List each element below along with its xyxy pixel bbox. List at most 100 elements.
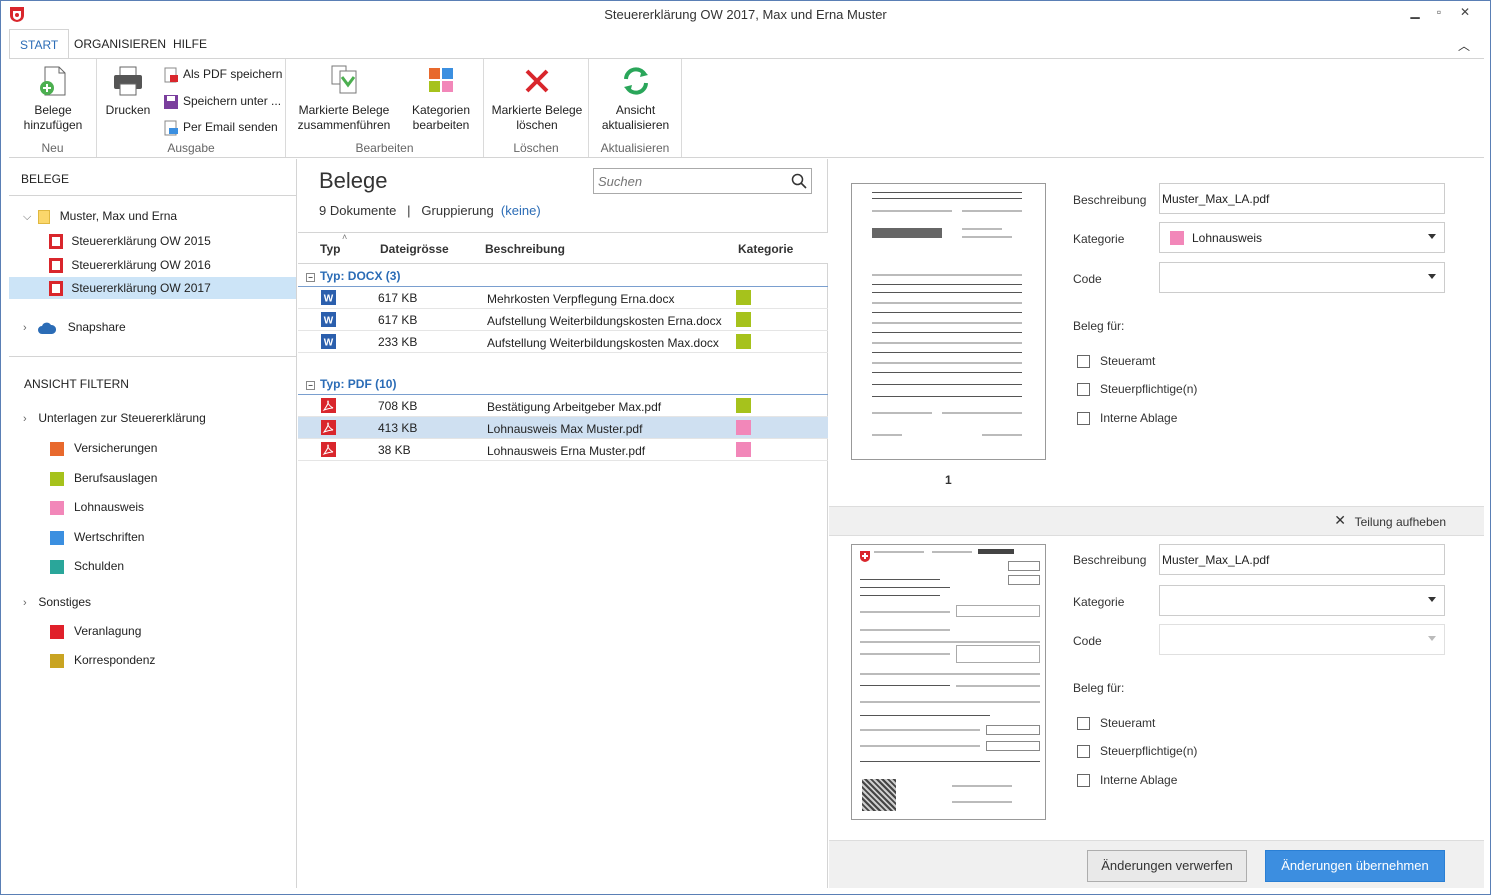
minimize-icon[interactable]: ▁ [1406,3,1424,21]
category-color-swatch [736,398,751,413]
unsplit-button[interactable]: Teilung aufheben [1355,515,1446,529]
column-typ[interactable]: Typ [320,242,340,256]
sort-asc-icon: ˄ [342,232,348,242]
chevron-down-icon[interactable] [1428,597,1436,602]
category-color-swatch [50,559,64,574]
close-icon[interactable]: ✕ [1334,512,1346,529]
search-box[interactable] [593,168,812,194]
code-label-bottom: Code [1073,634,1102,648]
delete-label: Markierte Belege löschen [491,103,583,132]
apply-button[interactable]: Änderungen übernehmen [1265,850,1445,882]
filter-group-unterlagen[interactable]: › Unterlagen zur Steuererklärung [23,407,206,429]
column-size[interactable]: Dateigrösse [380,242,449,256]
list-summary: 9 Dokumente | Gruppierung (keine) [319,203,541,218]
chevron-down-icon[interactable] [1428,636,1436,641]
filter-heading: ANSICHT FILTERN [24,377,129,391]
search-icon[interactable] [791,173,807,189]
refresh-button[interactable]: Ansicht aktualisieren [593,63,678,133]
edit-categories-button[interactable]: Kategorien bearbeiten [402,63,480,133]
chevron-down-icon[interactable] [1428,274,1436,279]
column-desc[interactable]: Beschreibung [485,242,565,256]
checkbox-steuerpflichtige-bottom[interactable]: Steuerpflichtige(n) [1077,743,1197,759]
tab-start[interactable]: START [9,29,70,59]
filter-item-versicherungen[interactable]: Versicherungen [50,437,157,459]
category-select-bottom[interactable] [1159,585,1445,616]
table-row[interactable]: W 617 KB Mehrkosten Verpflegung Erna.doc… [298,287,828,309]
delete-button[interactable]: Markierte Belege löschen [488,63,586,133]
category-select-top[interactable]: Lohnausweis [1159,222,1445,253]
tab-organisieren[interactable]: ORGANISIEREN [64,29,176,59]
collapse-icon[interactable]: − [306,273,315,282]
checkbox[interactable] [1077,355,1090,369]
add-docs-button[interactable]: Belege hinzufügen [15,63,91,133]
document-preview-top[interactable] [851,183,1046,460]
category-color-swatch [736,312,751,327]
file-size: 708 KB [378,399,418,413]
beleg-fuer-label-bottom: Beleg für: [1073,681,1125,695]
chevron-right-icon[interactable]: › [23,408,35,430]
add-document-icon [40,66,66,96]
discard-button[interactable]: Änderungen verwerfen [1087,850,1247,882]
checkbox[interactable] [1077,745,1090,759]
checkbox-steuerpflichtige-top[interactable]: Steuerpflichtige(n) [1077,381,1197,397]
send-email-label: Per Email senden [183,120,278,134]
tab-hilfe[interactable]: HILFE [163,29,217,59]
tree-item-ow2017[interactable]: Steuererklärung OW 2017 [9,277,296,299]
merge-button[interactable]: Markierte Belege zusammenführen [294,63,394,133]
checkbox[interactable] [1077,774,1090,788]
filter-item-korrespondenz[interactable]: Korrespondenz [50,649,155,671]
group-header-pdf[interactable]: − Typ: PDF (10) [298,373,828,395]
code-select-bottom[interactable] [1159,624,1445,655]
filter-item-wertschriften[interactable]: Wertschriften [50,526,144,548]
filter-item-veranlagung[interactable]: Veranlagung [50,620,141,642]
tree-item-ow2016[interactable]: Steuererklärung OW 2016 [49,254,211,276]
grouping-link[interactable]: (keine) [501,203,541,218]
table-row[interactable]: W 617 KB Aufstellung Weiterbildungskoste… [298,309,828,331]
maximize-icon[interactable]: ▫ [1430,3,1448,21]
table-row[interactable]: 38 KB Lohnausweis Erna Muster.pdf [298,439,828,461]
file-description: Aufstellung Weiterbildungskosten Max.doc… [487,336,719,350]
save-as-button[interactable]: Speichern unter ... [163,91,281,111]
file-size: 413 KB [378,421,418,435]
filter-group-label: Unterlagen zur Steuererklärung [38,411,206,425]
send-email-button[interactable]: Per Email senden [163,117,278,137]
checkbox[interactable] [1077,717,1090,731]
tree-item-ow2015[interactable]: Steuererklärung OW 2015 [49,230,211,252]
column-category[interactable]: Kategorie [738,242,793,256]
chevron-right-icon[interactable]: › [23,592,35,614]
checkbox-interne-ablage-bottom[interactable]: Interne Ablage [1077,772,1177,788]
table-row[interactable]: W 233 KB Aufstellung Weiterbildungskoste… [298,331,828,353]
checkbox-steueramt-top[interactable]: Steueramt [1077,353,1155,369]
table-row[interactable]: 708 KB Bestätigung Arbeitgeber Max.pdf [298,395,828,417]
tree-item-label: Steuererklärung OW 2015 [71,234,211,248]
collapse-icon[interactable]: − [306,381,315,390]
search-input[interactable] [598,172,783,190]
description-field-bottom[interactable]: Muster_Max_LA.pdf [1159,544,1445,575]
tree-root[interactable]: ⌵ Muster, Max und Erna [23,205,177,227]
ribbon-collapse-icon[interactable]: ︿ [1458,37,1470,54]
print-button[interactable]: Drucken [103,63,153,118]
table-row-selected[interactable]: 413 KB Lohnausweis Max Muster.pdf [298,417,828,439]
save-pdf-button[interactable]: Als PDF speichern [163,64,282,84]
checkbox[interactable] [1077,383,1090,397]
chevron-right-icon[interactable]: › [23,317,35,339]
group-header-docx[interactable]: − Typ: DOCX (3) [298,265,828,287]
checkbox[interactable] [1077,412,1090,426]
tree-item-snapshare[interactable]: › Snapshare [23,316,126,338]
close-icon[interactable]: ✕ [1456,3,1474,21]
filter-item-lohnausweis[interactable]: Lohnausweis [50,496,144,518]
code-select-top[interactable] [1159,262,1445,293]
title-bar: Steuererklärung OW 2017, Max und Erna Mu… [1,1,1490,29]
svg-text:W: W [324,316,334,327]
filter-item-berufsauslagen[interactable]: Berufsauslagen [50,467,157,489]
chevron-down-icon[interactable] [1428,234,1436,239]
chevron-down-icon[interactable]: ⌵ [23,206,35,228]
file-size: 38 KB [378,443,411,457]
ribbon: Belege hinzufügen Neu Drucken Als PDF sp… [9,58,1484,158]
document-preview-bottom[interactable] [851,544,1046,820]
description-field-top[interactable]: Muster_Max_LA.pdf [1159,183,1445,214]
filter-group-sonstiges[interactable]: › Sonstiges [23,591,91,613]
checkbox-steueramt-bottom[interactable]: Steueramt [1077,715,1155,731]
checkbox-interne-ablage-top[interactable]: Interne Ablage [1077,410,1177,426]
filter-item-schulden[interactable]: Schulden [50,555,124,577]
